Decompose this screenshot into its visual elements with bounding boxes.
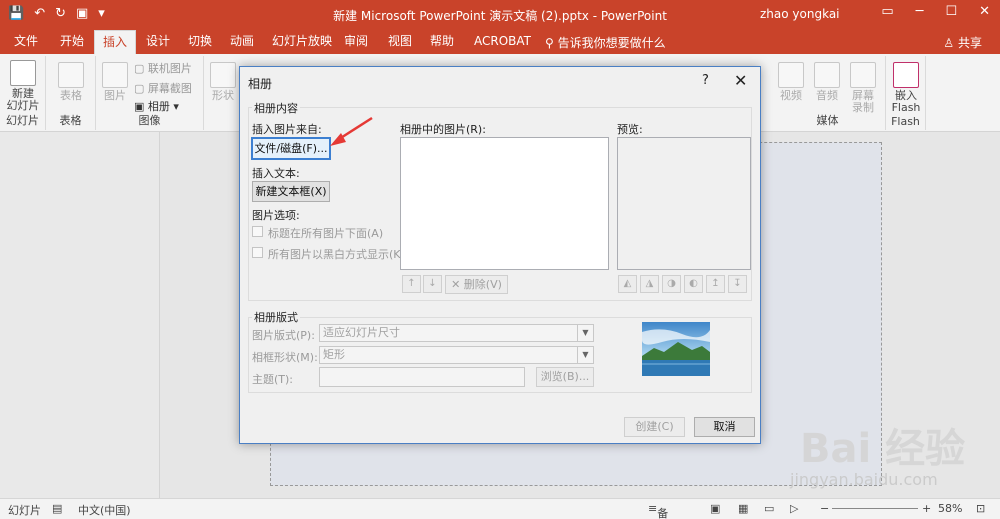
annotation-arrow: [330, 116, 373, 146]
